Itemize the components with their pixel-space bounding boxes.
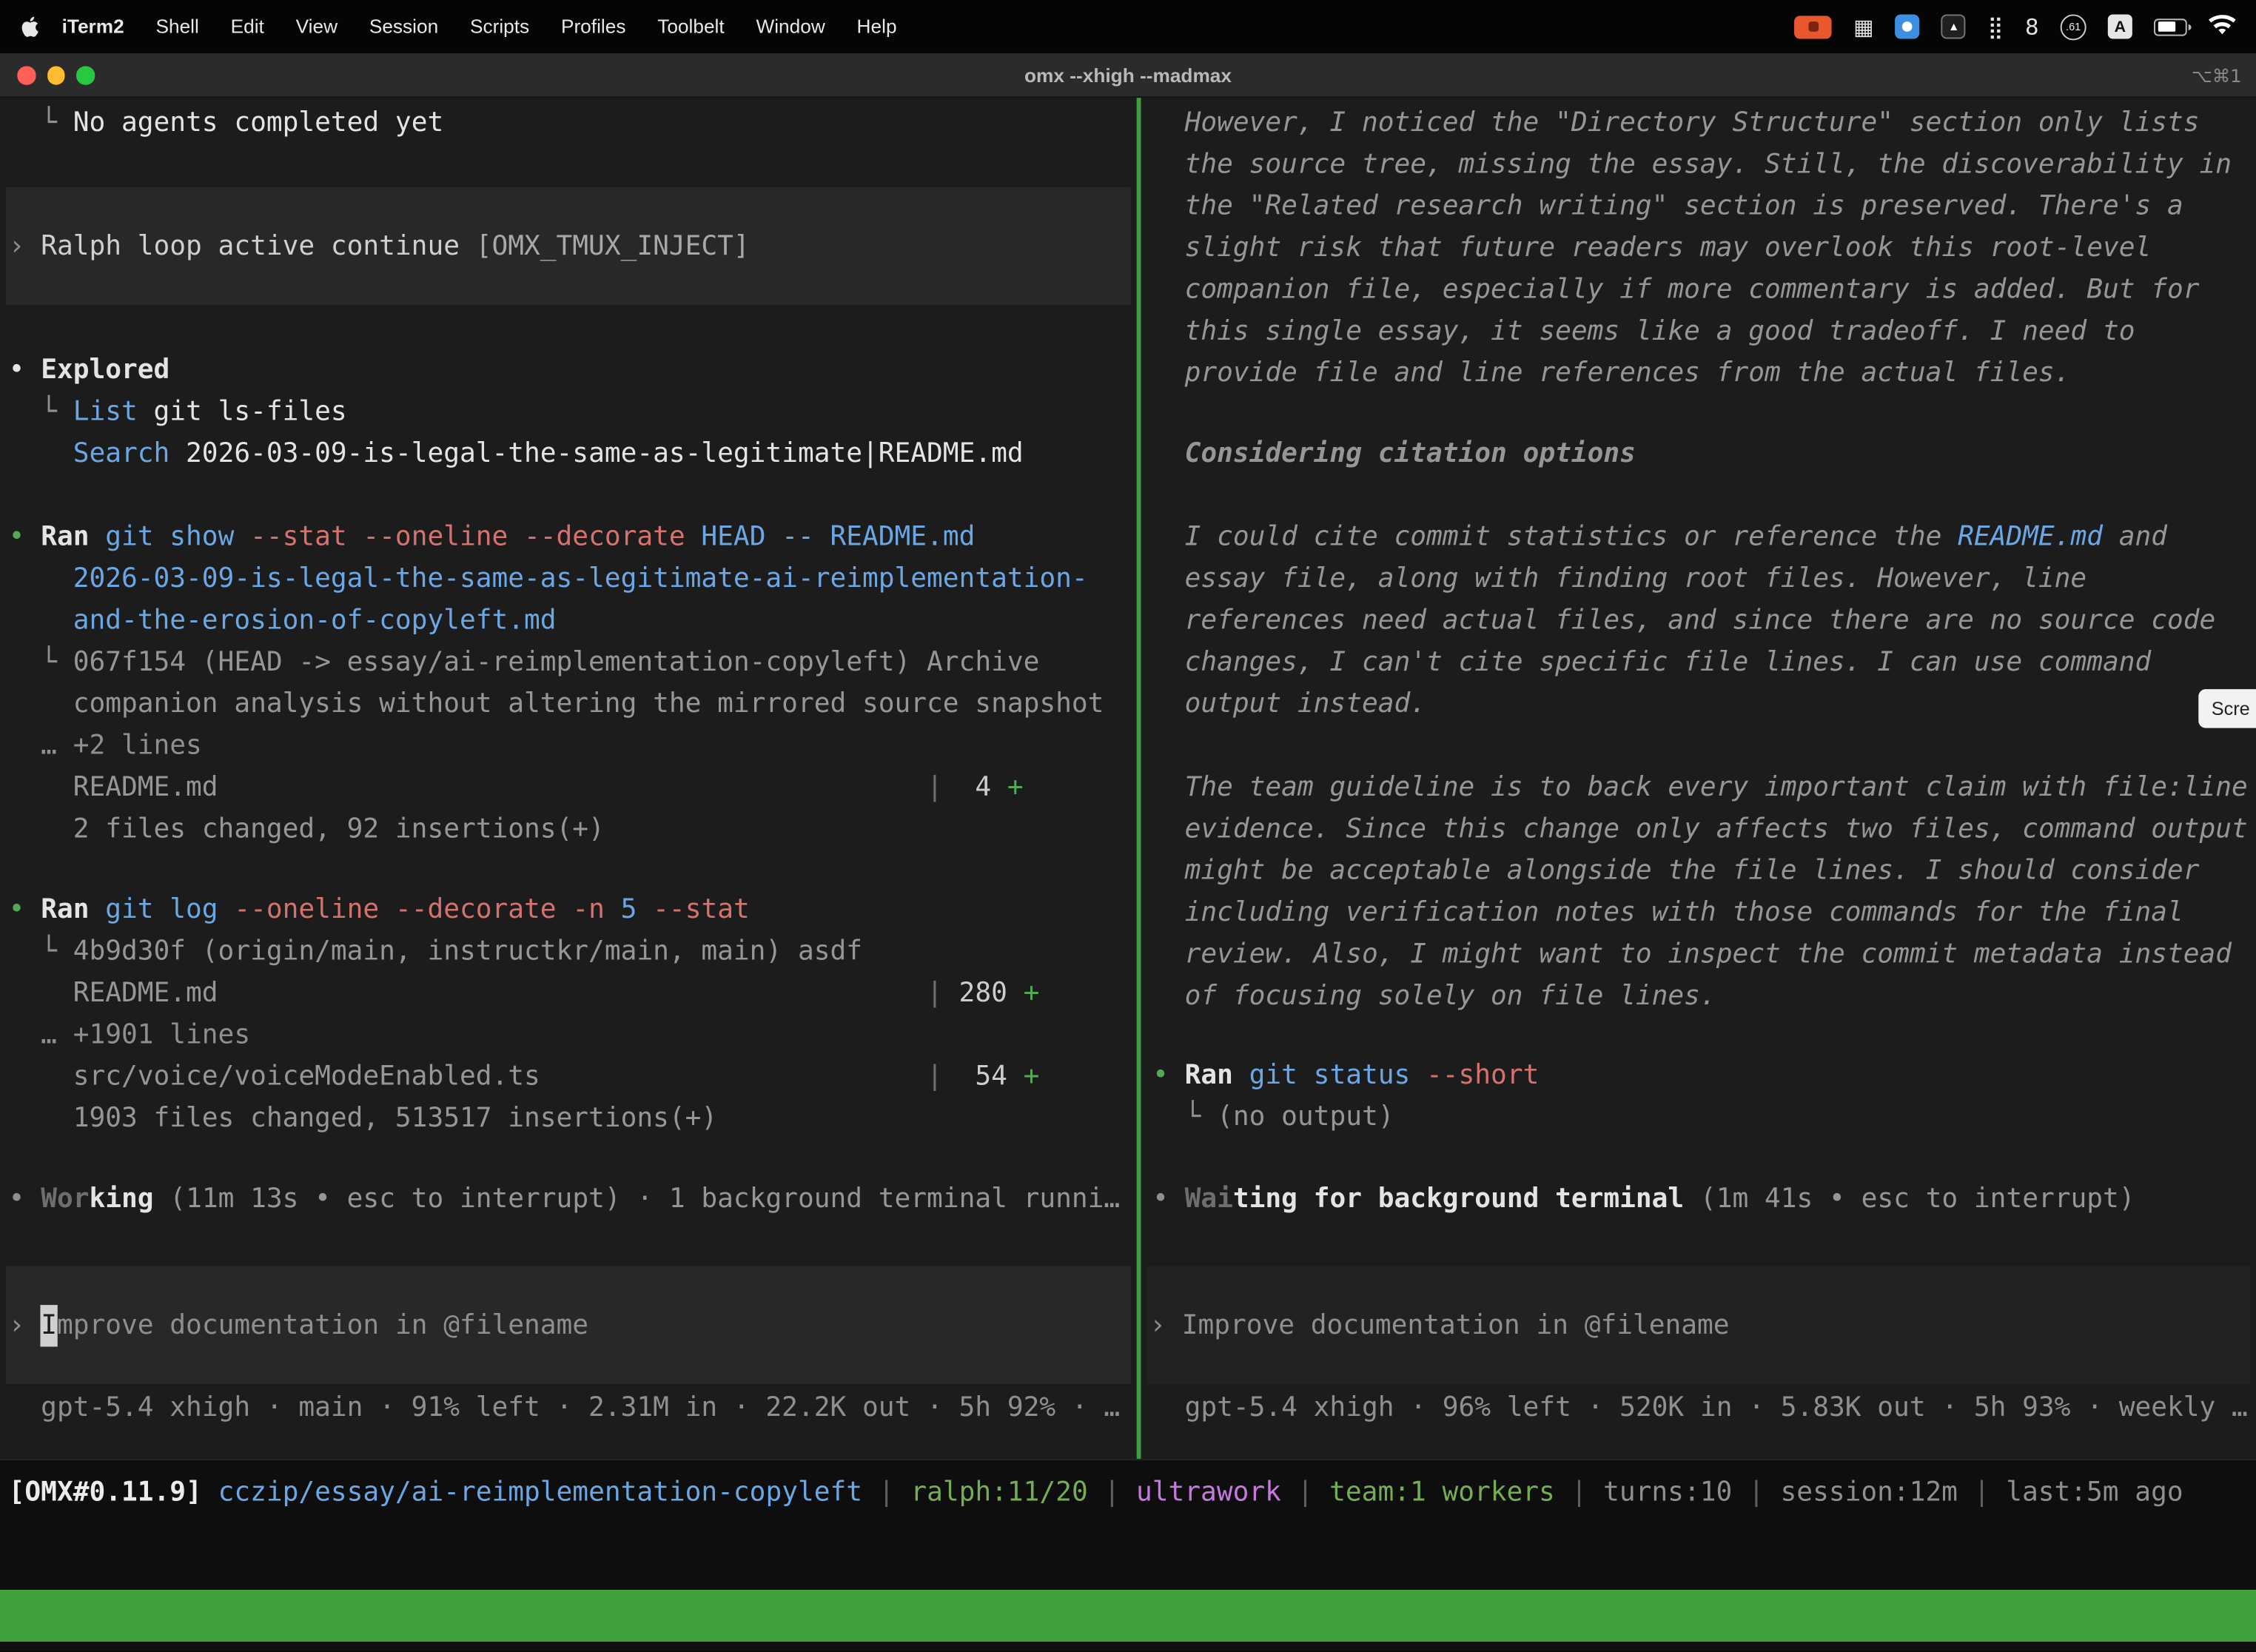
tmux-session-name[interactable]: [omx-cczip0:bash* xyxy=(7,1642,281,1652)
thinking-line: references need actual files, and since … xyxy=(1152,600,2215,642)
thinking-line: The team guideline is to back every impo… xyxy=(1152,767,2248,808)
thinking-line: essay file, along with finding root file… xyxy=(1152,558,2087,600)
thinking-line: I could cite commit statistics or refere… xyxy=(1152,517,2167,558)
menu-item-help[interactable]: Help xyxy=(841,16,913,37)
menu-bar: iTerm2 Shell Edit View Session Scripts P… xyxy=(0,0,2256,53)
explored-search-line: Search 2026-03-09-is-legal-the-same-as-l… xyxy=(9,433,1024,474)
thinking-line: the source tree, missing the essay. Stil… xyxy=(1152,144,2232,185)
menu-item-window[interactable]: Window xyxy=(740,16,841,37)
readme-link: README.md xyxy=(1958,523,2103,553)
omx-last-activity: last:5m ago xyxy=(2006,1477,2183,1508)
input-source-icon[interactable]: A xyxy=(2108,14,2132,38)
model-status-line-left: gpt-5.4 xhigh · main · 91% left · 2.31M … xyxy=(9,1387,1121,1428)
dark-app-icon[interactable]: ▲ xyxy=(1941,14,1966,38)
thinking-line: of focusing solely on file lines. xyxy=(1152,976,1716,1017)
battery-gauge-icon[interactable]: .61 xyxy=(2061,13,2087,39)
menu-item-view[interactable]: View xyxy=(280,16,353,37)
menu-item-scripts[interactable]: Scripts xyxy=(454,16,545,37)
battery-icon[interactable] xyxy=(2154,18,2187,35)
menu-item-edit[interactable]: Edit xyxy=(215,16,280,37)
tmux-status-bar: [omx-cczip0:bash* "MacBook-Pro-44.local"… xyxy=(0,1590,2256,1642)
thinking-heading: Considering citation options xyxy=(1152,433,1636,474)
screen: iTerm2 Shell Edit View Session Scripts P… xyxy=(0,0,2256,1652)
thinking-line: slight risk that future readers may over… xyxy=(1152,227,2151,269)
thinking-line: changes, I can't cite specific file line… xyxy=(1152,642,2151,683)
text-cursor: I xyxy=(41,1304,57,1346)
commit-line: └ 067f154 (HEAD -> essay/ai-reimplementa… xyxy=(9,642,1040,683)
essay-filename-line2: and-the-erosion-of-copyleft.md xyxy=(9,600,557,642)
log-more-lines: … +1901 lines xyxy=(9,1014,250,1055)
commit-line-cont: companion analysis without altering the … xyxy=(9,683,1104,725)
thinking-line: provide file and line references from th… xyxy=(1152,352,2070,394)
terminal-area: └ No agents completed yet › Ralph loop a… xyxy=(0,98,2256,1459)
thinking-line: the "Related research writing" section i… xyxy=(1152,186,2183,227)
omx-ralph-counter: ralph:11/20 xyxy=(910,1477,1087,1508)
explored-entry: • Explored xyxy=(9,349,170,391)
screen-recording-indicator[interactable] xyxy=(1795,15,1833,38)
apple-menu-icon[interactable] xyxy=(20,14,40,38)
thinking-line: review. Also, I might want to inspect th… xyxy=(1152,934,2232,976)
menu-item-iterm2[interactable]: iTerm2 xyxy=(46,16,140,37)
thinking-line: However, I noticed the "Directory Struct… xyxy=(1152,102,2199,144)
ran-git-log-entry: • Ran git log --oneline --decorate -n 5 … xyxy=(9,889,750,930)
ran-git-status-entry: • Ran git status --short xyxy=(1152,1055,1539,1096)
history-line: └ No agents completed yet xyxy=(9,102,444,144)
diffstat-summary: 2 files changed, 92 insertions(+) xyxy=(9,808,605,850)
menu-item-shell[interactable]: Shell xyxy=(140,16,215,37)
left-pane[interactable]: └ No agents completed yet › Ralph loop a… xyxy=(0,98,1137,1459)
ran-git-show-entry: • Ran git show --stat --oneline --decora… xyxy=(9,517,976,558)
app-grid-icon[interactable]: ⣿ xyxy=(1987,15,2003,38)
wifi-icon[interactable] xyxy=(2209,13,2236,39)
log-diffstat-line2: src/voice/voiceModeEnabled.ts| 54 + xyxy=(9,1056,1040,1098)
prompt-input-right[interactable]: › Improve documentation in @filename xyxy=(1147,1266,2250,1384)
thinking-line: companion file, especially if more comme… xyxy=(1152,269,2199,311)
essay-filename-line1: 2026-03-09-is-legal-the-same-as-legitima… xyxy=(9,558,1088,600)
screen-share-button[interactable]: Scre xyxy=(2198,689,2256,728)
log-commit-line: └ 4b9d30f (origin/main, instructkr/main,… xyxy=(9,931,862,973)
menu-item-profiles[interactable]: Profiles xyxy=(545,16,642,37)
window-shortcut: ⌥⌘1 xyxy=(2192,53,2242,98)
menu-item-toolbelt[interactable]: Toolbelt xyxy=(642,16,740,37)
omx-version: [OMX#0.11.9] xyxy=(9,1477,202,1508)
log-diffstat-summary: 1903 files changed, 513517 insertions(+) xyxy=(9,1098,717,1139)
no-output-line: └ (no output) xyxy=(1152,1096,1394,1138)
omx-session-time: session:12m xyxy=(1781,1477,1958,1508)
thinking-line: evidence. Since this change only affects… xyxy=(1152,808,2248,850)
keyboard-icon[interactable]: ▦ xyxy=(1853,15,1874,38)
menu-status-icons: ▦ ▲ ⣿ 8 .61 A xyxy=(1795,13,2236,39)
explored-list-line: └ List git ls-files xyxy=(9,392,347,433)
digit-app-icon[interactable]: 8 xyxy=(2025,15,2039,38)
omx-status-bar: [OMX#0.11.9] cczip/essay/ai-reimplementa… xyxy=(0,1459,2256,1525)
omx-team-counter: team:1 workers xyxy=(1329,1477,1555,1508)
diffstat-line: README.md| 4 + xyxy=(9,767,1024,808)
inject-banner[interactable]: › Ralph loop active continue [OMX_TMUX_I… xyxy=(6,187,1131,305)
thinking-line: this single essay, it seems like a good … xyxy=(1152,311,2135,352)
window-title: omx --xhigh --madmax xyxy=(0,53,2256,98)
thinking-line: might be acceptable alongside the file l… xyxy=(1152,850,2199,892)
omx-mode-badge: ultrawork xyxy=(1136,1477,1281,1508)
waiting-status-line: • Waiting for background terminal (1m 41… xyxy=(1152,1178,2135,1220)
omx-turns: turns:10 xyxy=(1603,1477,1732,1508)
model-status-line-right: gpt-5.4 xhigh · 96% left · 520K in · 5.8… xyxy=(1152,1387,2248,1428)
thinking-line: output instead. xyxy=(1152,683,1426,725)
working-status-line: • Working (11m 13s • esc to interrupt) ·… xyxy=(9,1178,1121,1220)
blue-app-icon[interactable] xyxy=(1896,14,1920,38)
right-pane[interactable]: However, I noticed the "Directory Struct… xyxy=(1141,98,2256,1459)
thinking-line: including verification notes with those … xyxy=(1152,892,2183,933)
omx-branch-path: cczip/essay/ai-reimplementation-copyleft xyxy=(202,1477,862,1508)
log-diffstat-line1: README.md| 280 + xyxy=(9,973,1040,1014)
prompt-input-left[interactable]: › Improve documentation in @filename xyxy=(6,1266,1131,1384)
menu-item-session[interactable]: Session xyxy=(353,16,454,37)
more-lines-indicator: … +2 lines xyxy=(9,725,202,767)
window-titlebar[interactable]: omx --xhigh --madmax ⌥⌘1 xyxy=(0,53,2256,98)
